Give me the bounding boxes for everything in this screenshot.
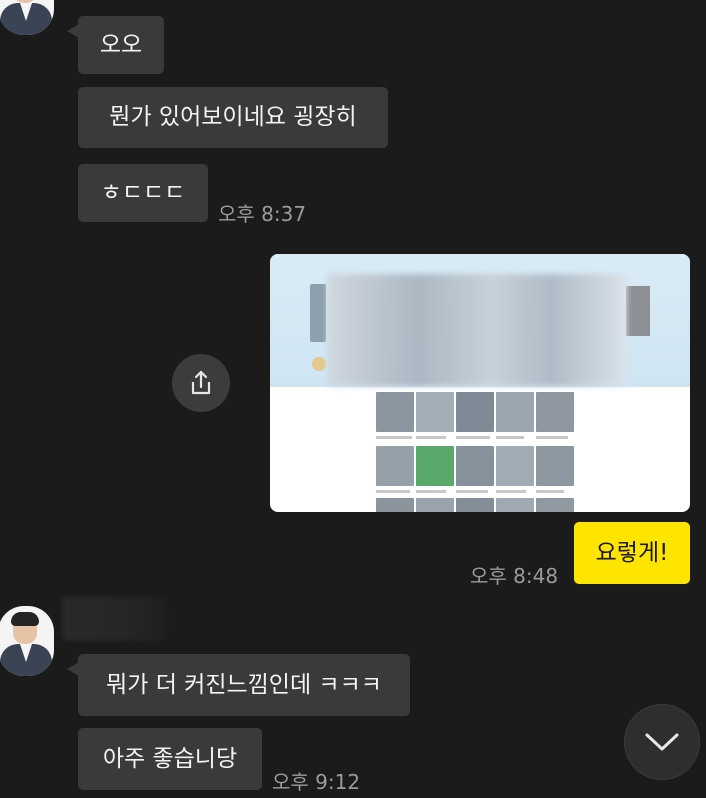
message-timestamp: 오후 9:12 <box>272 770 361 794</box>
avatar[interactable] <box>0 0 54 35</box>
message-bubble[interactable]: 오오 <box>67 16 164 74</box>
share-icon <box>191 370 211 395</box>
message-bubble[interactable]: 뭔가 있어보이네요 굉장히 <box>78 87 388 148</box>
sender-name-blurred <box>62 597 166 641</box>
message-text: 오오 <box>99 31 143 58</box>
image-right-photo <box>626 286 650 336</box>
avatar[interactable] <box>0 606 54 676</box>
image-thumbnail-grid <box>376 390 576 512</box>
message-timestamp: 오후 8:37 <box>218 202 307 226</box>
image-blurred-area <box>327 274 627 386</box>
message-timestamp: 오후 8:48 <box>470 564 559 588</box>
message-bubble[interactable]: 뭐가 더 커진느낌인데 ㅋㅋㅋ <box>67 654 410 716</box>
my-message-bubble[interactable]: 요렇게! <box>574 522 690 584</box>
message-text: 뭐가 더 커진느낌인데 ㅋㅋㅋ <box>106 671 382 698</box>
chevron-down-icon <box>645 733 679 751</box>
message-text: 아주 좋습니당 <box>102 745 238 772</box>
message-bubble[interactable]: ㅎㄷㄷㄷ <box>78 164 208 222</box>
image-left-badge <box>312 357 326 371</box>
message-text: ㅎㄷㄷㄷ <box>100 179 186 206</box>
scroll-to-bottom-button[interactable] <box>624 704 700 780</box>
shared-image[interactable] <box>270 254 690 512</box>
message-text: 요렇게! <box>595 539 669 566</box>
message-text: 뭔가 있어보이네요 굉장히 <box>109 104 357 130</box>
image-left-graphic <box>310 284 326 342</box>
message-bubble[interactable]: 아주 좋습니당 <box>78 728 262 790</box>
share-button[interactable] <box>172 354 230 412</box>
